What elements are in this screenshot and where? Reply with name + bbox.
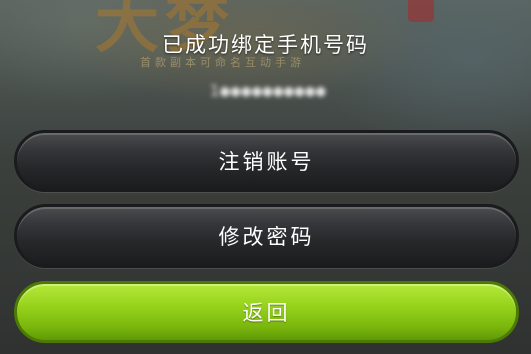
account-dialog: 已成功绑定手机号码 1●●●●●●●●●● 注销账号 修改密码 返回 xyxy=(0,0,531,354)
back-button[interactable]: 返回 xyxy=(14,281,519,343)
logout-account-button[interactable]: 注销账号 xyxy=(14,130,519,192)
bound-phone-number: 1●●●●●●●●●● xyxy=(209,81,327,100)
bind-status-title: 已成功绑定手机号码 xyxy=(162,33,369,57)
change-password-button[interactable]: 修改密码 xyxy=(14,204,519,268)
